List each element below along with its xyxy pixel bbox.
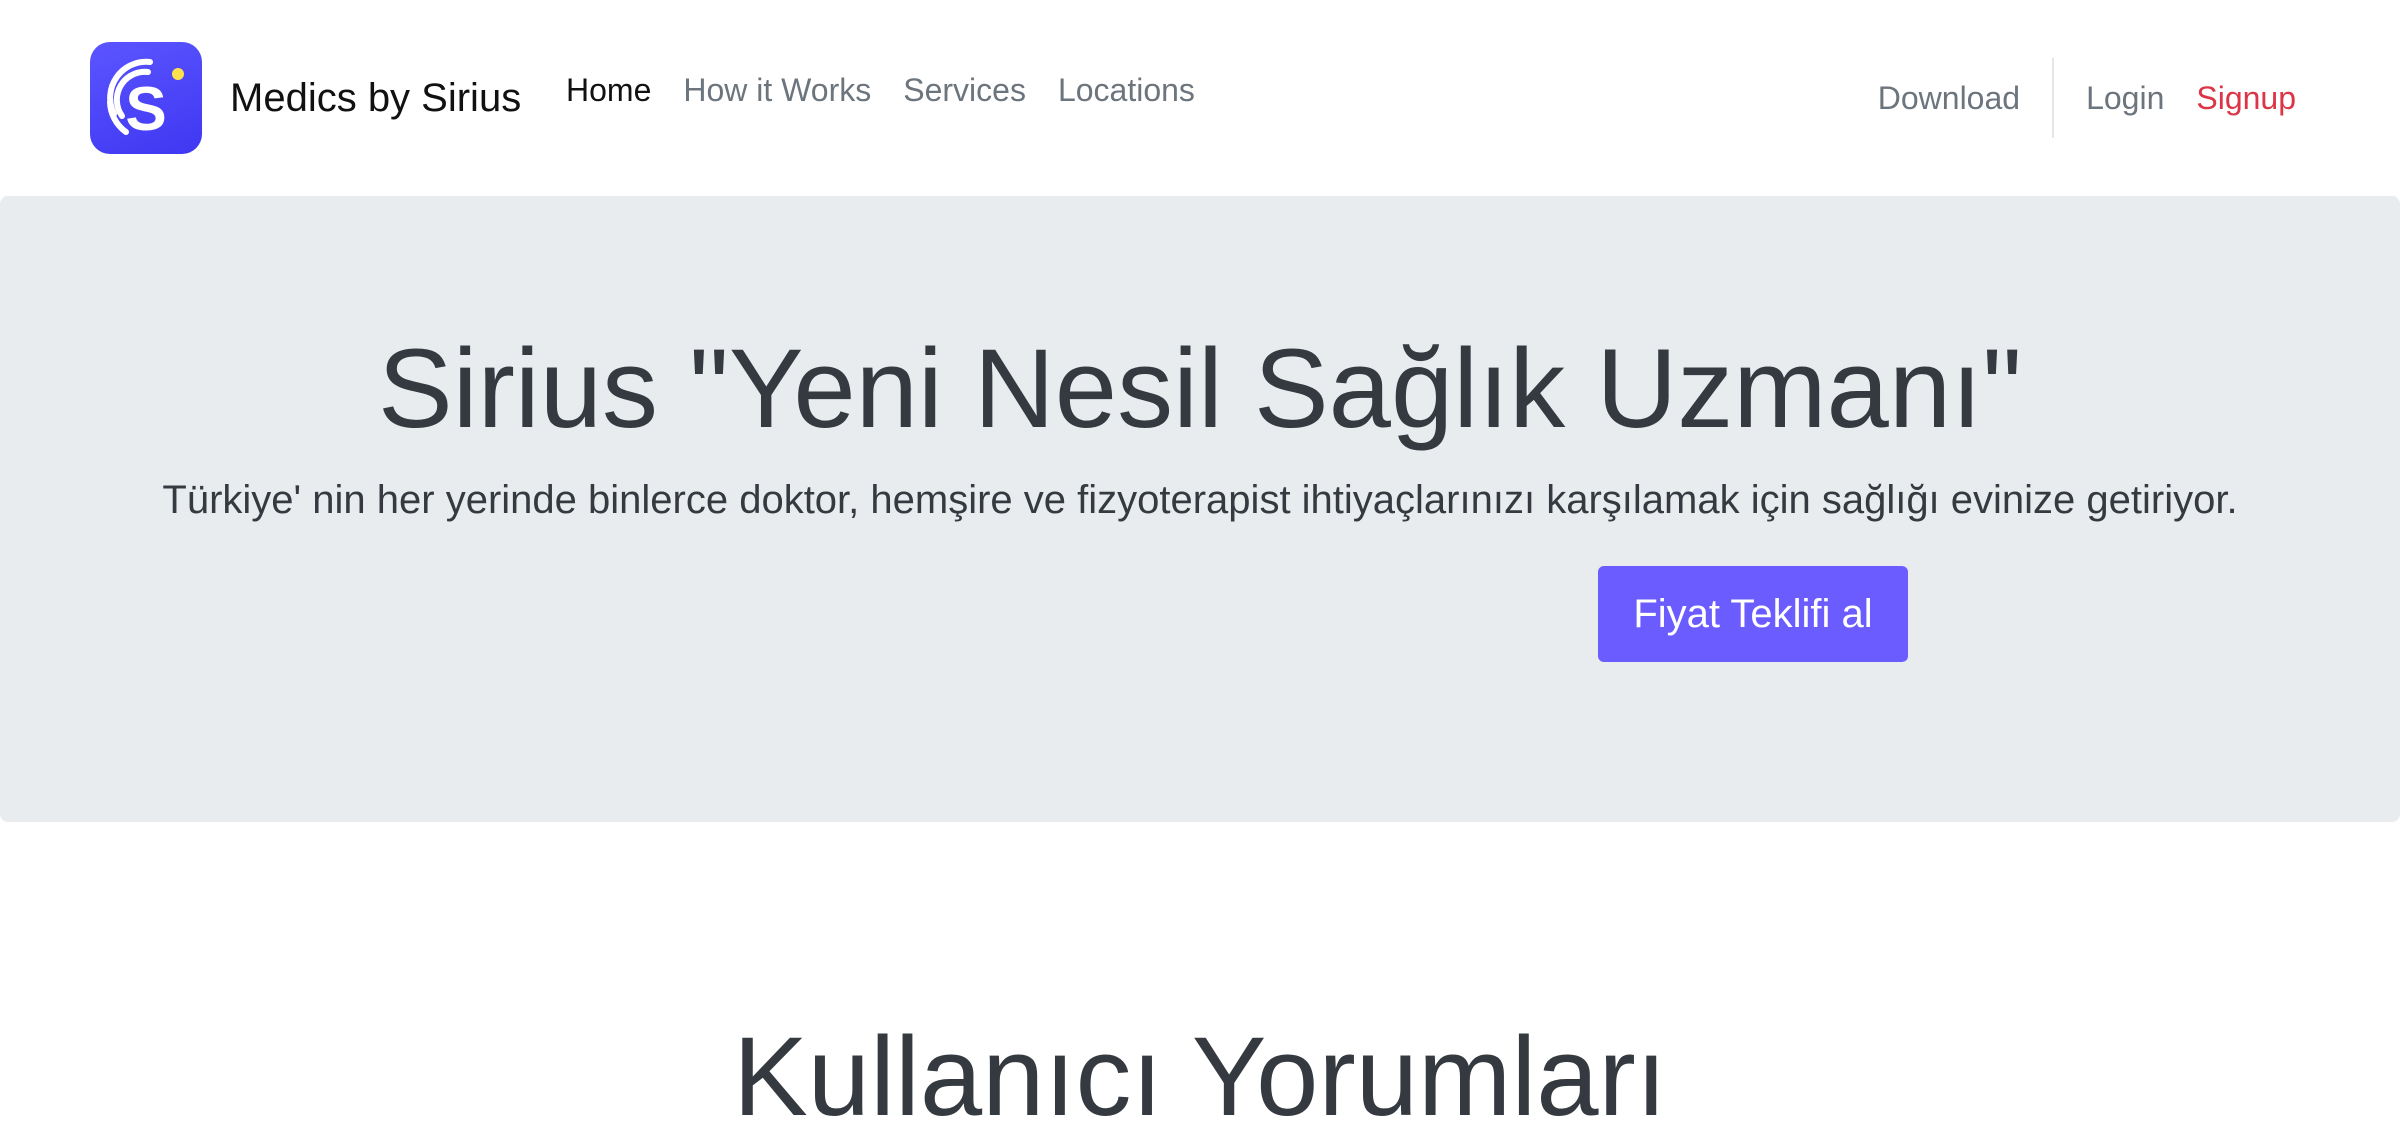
hero-subtitle: Türkiye' nin her yerinde binlerce doktor… [162, 478, 2238, 522]
hero-jumbotron: Sirius "Yeni Nesil Sağlık Uzmanı" Türkiy… [0, 196, 2400, 822]
brand-link[interactable]: S Medics by Sirius [90, 42, 521, 154]
nav-link-services[interactable]: Services [903, 72, 1026, 109]
brand-name: Medics by Sirius [230, 75, 522, 120]
nav-link-download[interactable]: Download [1878, 80, 2020, 117]
account-nav: Download Login Signup [1878, 58, 2296, 138]
sirius-s-logo-icon: S [90, 42, 202, 154]
nav-link-locations[interactable]: Locations [1058, 72, 1195, 109]
nav-link-home[interactable]: Home [566, 72, 651, 109]
nav-divider [2052, 58, 2055, 138]
navbar: S Medics by Sirius Home How it Works Ser… [0, 0, 2400, 196]
main-nav: Home How it Works Services Locations [566, 72, 1227, 109]
nav-link-signup[interactable]: Signup [2196, 80, 2296, 117]
svg-text:S: S [125, 75, 166, 144]
testimonials-title: Kullanıcı Yorumları [733, 1014, 1667, 1139]
nav-link-login[interactable]: Login [2086, 80, 2164, 117]
nav-link-how-it-works[interactable]: How it Works [683, 72, 871, 109]
hero-title: Sirius "Yeni Nesil Sağlık Uzmanı" [377, 326, 2022, 451]
get-quote-button[interactable]: Fiyat Teklifi al [1598, 566, 1908, 662]
